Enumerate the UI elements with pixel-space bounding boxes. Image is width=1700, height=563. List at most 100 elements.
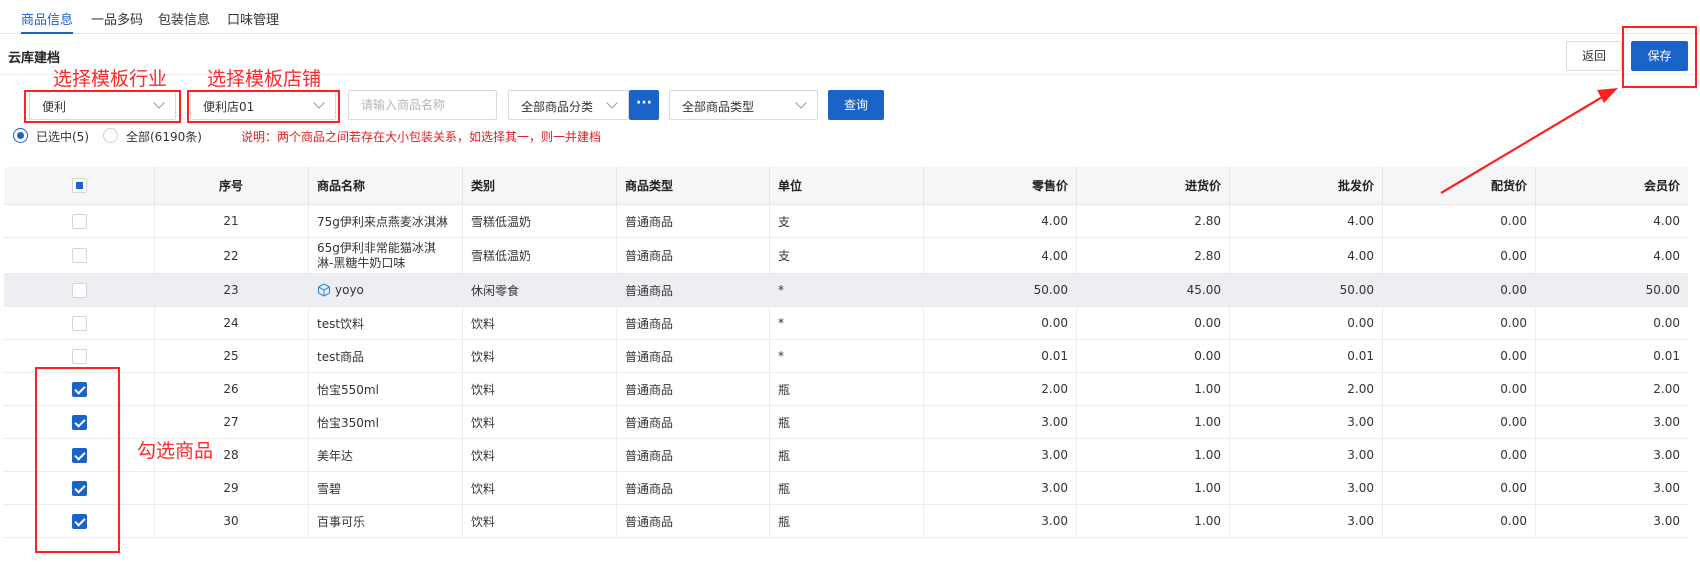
cell-name: 65g伊利非常能猫冰淇淋-黑糖牛奶口味 xyxy=(317,240,436,270)
cell-category: 雪糕低温奶 xyxy=(462,238,616,273)
table-header: 序号 商品名称 类别 商品类型 单位 零售价 进货价 批发价 配货价 会员价 xyxy=(4,167,1688,205)
cell-distribution: 0.00 xyxy=(1382,205,1535,237)
cell-purchase: 1.00 xyxy=(1076,505,1229,537)
product-type-select[interactable]: 全部商品类型 xyxy=(669,90,818,120)
more-category-button[interactable]: ··· xyxy=(629,90,659,120)
cell-wholesale: 4.00 xyxy=(1229,205,1382,237)
header-checkbox-cell xyxy=(4,167,154,204)
cell-name: 雪碧 xyxy=(308,472,462,504)
cell-category: 饮料 xyxy=(462,307,616,339)
cell-distribution: 0.00 xyxy=(1382,439,1535,471)
cell-retail: 2.00 xyxy=(923,373,1076,405)
row-checkbox[interactable] xyxy=(71,282,87,298)
cell-name: 怡宝550ml xyxy=(308,373,462,405)
cell-distribution: 0.00 xyxy=(1382,472,1535,504)
row-checkbox[interactable] xyxy=(71,315,87,331)
cell-name-wrap: yoyo xyxy=(308,274,462,306)
cell-purchase: 1.00 xyxy=(1076,406,1229,438)
cell-purchase: 2.80 xyxy=(1076,238,1229,273)
table-row[interactable]: 26 怡宝550ml 饮料 普通商品 瓶 2.00 1.00 2.00 0.00… xyxy=(4,373,1688,406)
cell-purchase: 45.00 xyxy=(1076,274,1229,306)
cell-retail: 0.00 xyxy=(923,307,1076,339)
cell-category: 饮料 xyxy=(462,439,616,471)
cell-distribution: 0.00 xyxy=(1382,373,1535,405)
cell-retail: 4.00 xyxy=(923,205,1076,237)
cell-distribution: 0.00 xyxy=(1382,238,1535,273)
table-row[interactable]: 29 雪碧 饮料 普通商品 瓶 3.00 1.00 3.00 0.00 3.00 xyxy=(4,472,1688,505)
cell-purchase: 0.00 xyxy=(1076,340,1229,372)
cell-seq: 22 xyxy=(154,238,308,273)
cell-name: test饮料 xyxy=(308,307,462,339)
table-row[interactable]: 22 65g伊利非常能猫冰淇淋-黑糖牛奶口味 雪糕低温奶 普通商品 支 4.00… xyxy=(4,238,1688,274)
cell-member: 3.00 xyxy=(1535,505,1688,537)
cell-wholesale: 3.00 xyxy=(1229,472,1382,504)
cell-category: 饮料 xyxy=(462,373,616,405)
category-select-value: 全部商品分类 xyxy=(521,100,594,114)
cell-seq: 24 xyxy=(154,307,308,339)
table-row[interactable]: 25 test商品 饮料 普通商品 * 0.01 0.00 0.01 0.00 … xyxy=(4,340,1688,373)
cell-category: 饮料 xyxy=(462,406,616,438)
cell-seq: 25 xyxy=(154,340,308,372)
tab-multi-barcode[interactable]: 一品多码 xyxy=(91,9,143,28)
cell-type: 普通商品 xyxy=(616,373,769,405)
cell-member: 4.00 xyxy=(1535,205,1688,237)
cell-retail: 3.00 xyxy=(923,472,1076,504)
row-checkbox[interactable] xyxy=(71,348,87,364)
cell-member: 2.00 xyxy=(1535,373,1688,405)
cell-name: 百事可乐 xyxy=(308,505,462,537)
table-row[interactable]: 27 怡宝350ml 饮料 普通商品 瓶 3.00 1.00 3.00 0.00… xyxy=(4,406,1688,439)
category-select[interactable]: 全部商品分类 xyxy=(508,90,629,120)
cell-member: 3.00 xyxy=(1535,439,1688,471)
row-checkbox-cell xyxy=(4,274,154,306)
cell-wholesale: 50.00 xyxy=(1229,274,1382,306)
cell-seq: 26 xyxy=(154,373,308,405)
cell-purchase: 2.80 xyxy=(1076,205,1229,237)
cell-type: 普通商品 xyxy=(616,238,769,273)
cell-member: 50.00 xyxy=(1535,274,1688,306)
cell-unit: 瓶 xyxy=(769,505,923,537)
product-name-input[interactable] xyxy=(348,90,497,120)
annotation-check-label: 勾选商品 xyxy=(137,440,214,462)
row-checkbox-cell xyxy=(4,205,154,237)
cell-wholesale: 0.00 xyxy=(1229,307,1382,339)
tab-product-info[interactable]: 商品信息 xyxy=(21,9,73,28)
table-row[interactable]: 23 yoyo 休闲零食 普通商品 * 50.00 45.00 50.00 0.… xyxy=(4,274,1688,307)
cell-distribution: 0.00 xyxy=(1382,406,1535,438)
cell-unit: 瓶 xyxy=(769,373,923,405)
cell-wholesale: 3.00 xyxy=(1229,505,1382,537)
cube-icon xyxy=(317,283,331,297)
row-checkbox[interactable] xyxy=(71,248,87,263)
cell-seq: 29 xyxy=(154,472,308,504)
header-purchase: 进货价 xyxy=(1076,167,1229,204)
radio-circle-checked xyxy=(13,128,28,143)
cell-unit: 瓶 xyxy=(769,472,923,504)
table-row[interactable]: 21 75g伊利来点燕麦冰淇淋 雪糕低温奶 普通商品 支 4.00 2.80 4… xyxy=(4,205,1688,238)
row-checkbox[interactable] xyxy=(71,213,87,229)
cell-seq: 21 xyxy=(154,205,308,237)
tab-flavor-management[interactable]: 口味管理 xyxy=(227,9,279,28)
back-button[interactable]: 返回 xyxy=(1566,41,1622,71)
annotation-box-checkboxes xyxy=(35,367,120,553)
cell-unit: 瓶 xyxy=(769,406,923,438)
tab-package-info[interactable]: 包装信息 xyxy=(158,9,210,28)
table-row[interactable]: 30 百事可乐 饮料 普通商品 瓶 3.00 1.00 3.00 0.00 3.… xyxy=(4,505,1688,538)
header-wholesale: 批发价 xyxy=(1229,167,1382,204)
cell-unit: * xyxy=(769,340,923,372)
cell-wholesale: 3.00 xyxy=(1229,406,1382,438)
table-row[interactable]: 24 test饮料 饮料 普通商品 * 0.00 0.00 0.00 0.00 … xyxy=(4,307,1688,340)
annotation-box-industry xyxy=(24,90,181,123)
cell-seq: 30 xyxy=(154,505,308,537)
cell-purchase: 1.00 xyxy=(1076,472,1229,504)
cell-retail: 4.00 xyxy=(923,238,1076,273)
chevron-down-icon xyxy=(795,97,807,109)
active-tab-indicator xyxy=(21,32,73,34)
table-row[interactable]: 28 美年达 饮料 普通商品 瓶 3.00 1.00 3.00 0.00 3.0… xyxy=(4,439,1688,472)
chevron-down-icon xyxy=(606,97,618,109)
cell-name: yoyo xyxy=(335,283,364,297)
radio-all-label: 全部(6190条) xyxy=(126,130,202,144)
query-button[interactable]: 查询 xyxy=(828,90,884,120)
cell-purchase: 1.00 xyxy=(1076,373,1229,405)
select-all-checkbox[interactable] xyxy=(71,178,87,193)
header-member: 会员价 xyxy=(1535,167,1688,204)
annotation-box-save xyxy=(1622,26,1697,88)
